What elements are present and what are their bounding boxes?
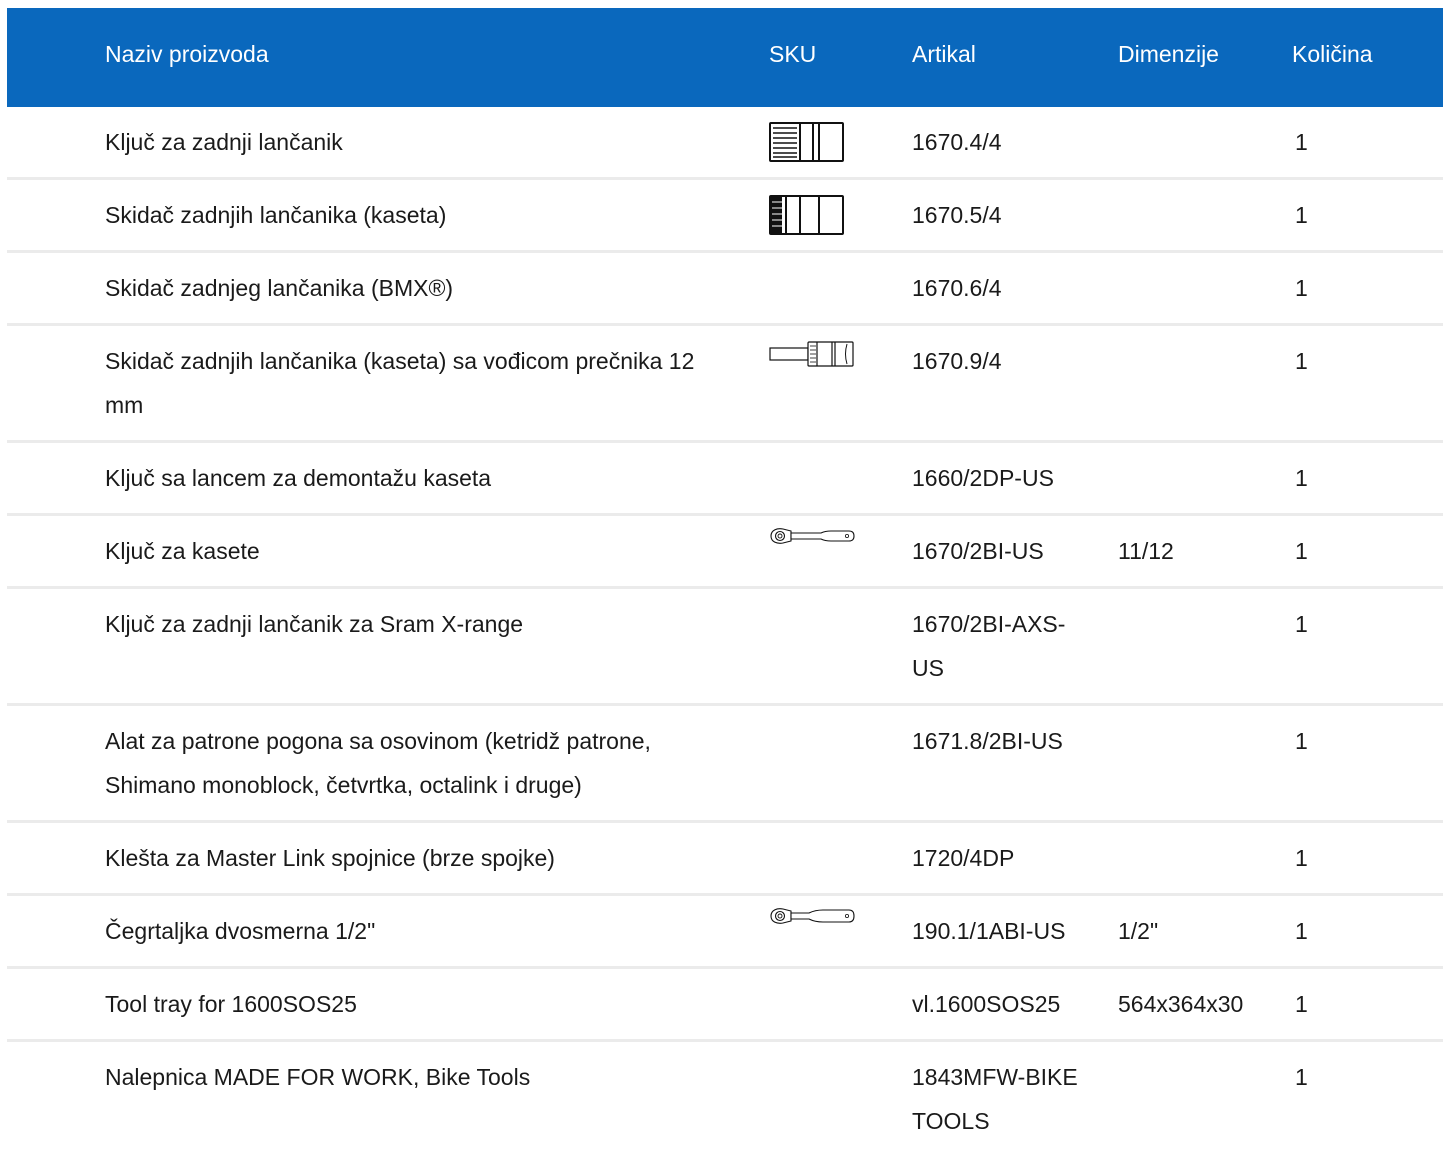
product-table: Naziv proizvoda SKU Artikal Dimenzije Ko… — [7, 8, 1443, 1156]
quantity: 1 — [1295, 918, 1308, 944]
product-name: Skidač zadnjeg lančanika (BMX®) — [105, 275, 454, 301]
product-name: Ključ sa lancem za demontažu kaseta — [105, 465, 492, 491]
table-row: Skidač zadnjih lančanika (kaseta) 1670.5… — [7, 180, 1443, 253]
article-number: 1670.5/4 — [912, 202, 1002, 228]
quantity: 1 — [1295, 1064, 1308, 1090]
quantity: 1 — [1295, 275, 1308, 301]
column-header-name[interactable]: Naziv proizvoda — [105, 41, 269, 68]
table-header: Naziv proizvoda SKU Artikal Dimenzije Ko… — [7, 8, 1443, 107]
product-name: Nalepnica MADE FOR WORK, Bike Tools — [105, 1064, 531, 1090]
dimensions: 1/2" — [1118, 918, 1159, 944]
column-header-quantity[interactable]: Količina — [1292, 41, 1373, 68]
ratchet-icon — [769, 526, 855, 546]
product-name: Čegrtaljka dvosmerna 1/2" — [105, 918, 376, 944]
ratchet-icon — [769, 906, 855, 926]
table-row: Ključ sa lancem za demontažu kaseta 1660… — [7, 443, 1443, 516]
quantity: 1 — [1295, 129, 1308, 155]
product-name: Tool tray for 1600SOS25 — [105, 991, 357, 1017]
quantity: 1 — [1295, 845, 1308, 871]
article-number: 1670/2BI-US — [912, 538, 1044, 564]
article-number: 1671.8/2BI-US — [912, 728, 1063, 754]
quantity: 1 — [1295, 538, 1308, 564]
quantity: 1 — [1295, 728, 1308, 754]
table-row: Tool tray for 1600SOS25 vl.1600SOS25 564… — [7, 969, 1443, 1042]
guided-socket-icon — [769, 340, 855, 370]
column-header-sku[interactable]: SKU — [769, 41, 816, 68]
article-number: 1670/2BI-AXS-US — [912, 611, 1066, 681]
table-row: Ključ za zadnji lančanik za Sram X-range… — [7, 589, 1443, 706]
article-number: 1720/4DP — [912, 845, 1015, 871]
product-name: Alat za patrone pogona sa osovinom (ketr… — [105, 728, 651, 798]
article-number: 190.1/1ABI-US — [912, 918, 1066, 944]
table-row: Nalepnica MADE FOR WORK, Bike Tools 1843… — [7, 1042, 1443, 1156]
table-row: Alat za patrone pogona sa osovinom (ketr… — [7, 706, 1443, 823]
cassette-socket-icon — [769, 121, 845, 163]
quantity: 1 — [1295, 348, 1308, 374]
product-name: Skidač zadnjih lančanika (kaseta) sa vođ… — [105, 348, 695, 418]
article-number: 1670.9/4 — [912, 348, 1002, 374]
table-row: Čegrtaljka dvosmerna 1/2" 190.1/1ABI-US … — [7, 896, 1443, 969]
cassette-socket-icon — [769, 194, 845, 236]
product-name: Ključ za zadnji lančanik — [105, 129, 343, 155]
product-name: Ključ za kasete — [105, 538, 260, 564]
product-name: Skidač zadnjih lančanika (kaseta) — [105, 202, 447, 228]
table-row: Ključ za zadnji lančanik 1670.4/4 1 — [7, 107, 1443, 180]
table-row: Skidač zadnjeg lančanika (BMX®) 1670.6/4… — [7, 253, 1443, 326]
dimensions: 564x364x30 — [1118, 991, 1244, 1017]
product-name: Ključ za zadnji lančanik za Sram X-range — [105, 611, 524, 637]
article-number: 1670.6/4 — [912, 275, 1002, 301]
table-row: Ključ za kasete 1670/2BI-US 11/12 1 — [7, 516, 1443, 589]
table-row: Skidač zadnjih lančanika (kaseta) sa vođ… — [7, 326, 1443, 443]
article-number: vl.1600SOS25 — [912, 991, 1061, 1017]
quantity: 1 — [1295, 465, 1308, 491]
article-number: 1660/2DP-US — [912, 465, 1054, 491]
quantity: 1 — [1295, 202, 1308, 228]
column-header-dimensions[interactable]: Dimenzije — [1118, 41, 1219, 68]
table-row: Klešta za Master Link spojnice (brze spo… — [7, 823, 1443, 896]
quantity: 1 — [1295, 611, 1308, 637]
dimensions: 11/12 — [1118, 538, 1174, 564]
article-number: 1843MFW-BIKE TOOLS — [912, 1064, 1078, 1134]
article-number: 1670.4/4 — [912, 129, 1002, 155]
product-name: Klešta za Master Link spojnice (brze spo… — [105, 845, 555, 871]
column-header-article[interactable]: Artikal — [912, 41, 976, 68]
quantity: 1 — [1295, 991, 1308, 1017]
